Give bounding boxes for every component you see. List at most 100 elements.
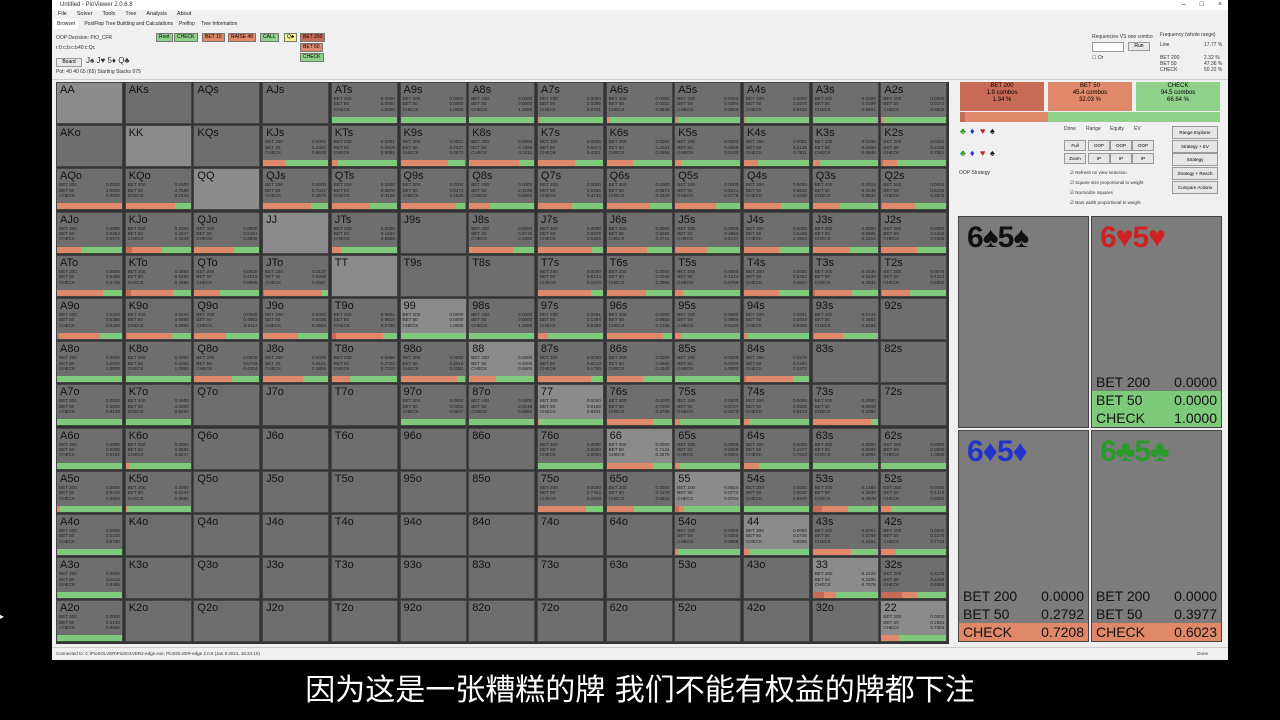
run-button[interactable]: Run bbox=[1128, 42, 1150, 51]
range-ip-button[interactable]: IP bbox=[1088, 153, 1110, 164]
suit-filter-clubs-icon[interactable]: ♣ bbox=[960, 126, 966, 136]
hand-cell-JJ[interactable]: JJ bbox=[262, 211, 330, 254]
hand-cell-K9s[interactable]: K9s BET 200 0.0001 BET 50 0.7327 CHECK 0.2672 bbox=[399, 125, 467, 168]
hand-cell-82o[interactable]: 82o bbox=[468, 600, 536, 643]
hand-cell-AKo[interactable]: AKo bbox=[56, 125, 123, 168]
hand-cell-A5s[interactable]: A5s BET 200 0.0000 BET 50 0.0394 CHECK 0.9606 bbox=[674, 82, 742, 124]
hand-cell-62o[interactable]: 62o bbox=[605, 600, 673, 643]
full-button[interactable]: Full bbox=[1064, 140, 1086, 151]
hand-cell-KTo[interactable]: KTo BET 200 0.0852 BET 50 0.6462 CHECK 0.2686 bbox=[124, 254, 192, 297]
hand-cell-88[interactable]: 88 BET 200 0.0000 BET 50 0.4000 CHECK 0.5800 bbox=[468, 341, 536, 384]
hand-cell-92o[interactable]: 92o bbox=[399, 600, 467, 643]
hand-cell-K2o[interactable]: K2o bbox=[124, 600, 192, 643]
hand-cell-A6o[interactable]: A6o BET 200 0.0000 BET 50 0.0000 CHECK 0.9192 bbox=[56, 427, 123, 470]
hand-cell-T2s[interactable]: T2s BET 200 0.0076 BET 50 0.4324 CHECK 0.5600 bbox=[880, 254, 948, 297]
action-bet50[interactable]: BET 50 bbox=[300, 43, 323, 52]
summary-bet200[interactable]: BET 200 1.9 combos 1.34 % bbox=[960, 82, 1044, 111]
hand-cell-T9o[interactable]: T9o BET 200 0.0801 BET 50 0.9510 CHECK 0.2788 bbox=[330, 298, 398, 340]
hand-cell-K5s[interactable]: K5s BET 200 0.0002 BET 50 0.0868 CHECK 0.9130 bbox=[674, 125, 742, 168]
hand-cell-K8s[interactable]: K8s BET 200 0.0000 BET 50 0.7589 CHECK 0.2411 bbox=[468, 125, 536, 168]
hand-cell-TT[interactable]: TT bbox=[330, 254, 398, 297]
hand-cell-J2o[interactable]: J2o bbox=[262, 600, 330, 643]
action-call[interactable]: CALL bbox=[260, 33, 279, 42]
hand-cell-82s[interactable]: 82s bbox=[880, 341, 948, 384]
suit-filter-diamonds-icon[interactable]: ♦ bbox=[970, 126, 975, 136]
hand-cell-A9s[interactable]: A9s BET 200 0.0000 BET 50 0.0000 CHECK 1.0000 bbox=[399, 82, 467, 124]
maximize-icon[interactable]: □ bbox=[1200, 0, 1204, 10]
hand-cell-76s[interactable]: 76s BET 200 0.0000 BET 50 0.7204 CHECK 0.2796 bbox=[605, 384, 673, 427]
hand-cell-53o[interactable]: 53o bbox=[674, 557, 742, 600]
hand-cell-K2s[interactable]: K2s BET 200 0.0191 BET 50 0.2158 CHECK 0.7651 bbox=[880, 125, 948, 168]
strategy-button[interactable]: Strategy bbox=[1172, 153, 1218, 166]
hand-cell-J9s[interactable]: J9s bbox=[399, 211, 467, 254]
hand-cell-A5o[interactable]: A5o BET 200 0.0000 BET 50 0.0416 CHECK 0.9584 bbox=[56, 470, 123, 513]
hand-cell-97s[interactable]: 97s BET 200 0.0091 BET 50 0.1394 CHECK 0.8499 bbox=[536, 298, 604, 340]
suit-filter-spades-icon[interactable]: ♠ bbox=[990, 126, 995, 136]
hand-cell-Q2s[interactable]: Q2s BET 200 0.0024 BET 50 0.5106 CHECK 0.4870 bbox=[880, 168, 948, 211]
menu-analysis[interactable]: Analysis bbox=[146, 10, 166, 19]
hand-cell-77[interactable]: 77 BET 200 0.0000 BET 50 0.0159 CHECK 0.9841 bbox=[536, 384, 604, 427]
summary-check[interactable]: CHECK 94.5 combos 66.64 % bbox=[1136, 82, 1220, 111]
hand-cell-75s[interactable]: 75s BET 200 0.0000 BET 50 0.0727 CHECK 0.9273 bbox=[674, 384, 742, 427]
hand-cell-73s[interactable]: 73s BET 200 0.0000 BET 50 0.8918 CHECK 0.1082 bbox=[811, 384, 879, 427]
action-check[interactable]: CHECK bbox=[174, 33, 198, 42]
hand-cell-Q8s[interactable]: Q8s BET 200 0.0000 BET 50 0.3198 CHECK 0.6802 bbox=[468, 168, 536, 211]
hand-cell-Q4o[interactable]: Q4o bbox=[193, 514, 261, 556]
hand-cell-KTs[interactable]: KTs BET 200 0.0001 BET 50 0.0918 CHECK 0.9081 bbox=[330, 125, 398, 168]
tab-preflop[interactable]: Preflop bbox=[179, 19, 195, 29]
hand-cell-52s[interactable]: 52s BET 200 0.0000 BET 50 0.1419 CHECK 0.8581 bbox=[880, 470, 948, 513]
hand-cell-84o[interactable]: 84o bbox=[468, 514, 536, 556]
ev-ip-button[interactable]: IP bbox=[1132, 153, 1154, 164]
hand-cell-Q3o[interactable]: Q3o bbox=[193, 557, 261, 600]
suit-filter2-spades-icon[interactable]: ♠ bbox=[990, 148, 995, 158]
hand-cell-Q8o[interactable]: Q8o BET 200 0.0000 BET 50 0.5796 CHECK 0.4204 bbox=[193, 341, 261, 384]
combo-cell[interactable]: 6♣5♣ BET 200 0.0000 BET 50 0.3977 CHECK 0.6023 bbox=[1091, 430, 1222, 642]
hand-cell-Q7o[interactable]: Q7o bbox=[193, 384, 261, 427]
hand-cell-AQo[interactable]: AQo BET 200 0.0000 BET 50 1.0000 CHECK 0.0000 bbox=[56, 168, 123, 211]
hand-cell-53s[interactable]: 53s BET 200 0.1482 BET 50 0.3940 CHECK 0.4578 bbox=[811, 470, 879, 513]
bars-width-checkbox[interactable]: ☑ Bars width proportional to weight bbox=[1070, 200, 1141, 206]
hand-cell-J7s[interactable]: J7s BET 200 0.0000 BET 50 0.8375 CHECK 0.1625 bbox=[536, 211, 604, 254]
hand-cell-98s[interactable]: 98s BET 200 0.0000 BET 50 0.0000 CHECK 1.0000 bbox=[468, 298, 536, 340]
hand-cell-73o[interactable]: 73o bbox=[536, 557, 604, 600]
menu-tools[interactable]: Tools bbox=[102, 10, 115, 19]
hand-cell-K7o[interactable]: K7o BET 200 0.0000 BET 50 0.0000 CHECK 0.9482 bbox=[124, 384, 192, 427]
hand-cell-QTs[interactable]: QTs BET 200 0.0000 BET 50 0.5875 CHECK 0.4125 bbox=[330, 168, 398, 211]
hand-cell-J2s[interactable]: J2s BET 200 0.0000 BET 50 0.5442 CHECK 0.4558 bbox=[880, 211, 948, 254]
hand-cell-AKs[interactable]: AKs bbox=[124, 82, 192, 124]
menu-tree[interactable]: Tree bbox=[125, 10, 136, 19]
hand-cell-98o[interactable]: 98o BET 200 0.0000 BET 50 0.8619 CHECK 0.1381 bbox=[399, 341, 467, 384]
hand-cell-T7s[interactable]: T7s BET 200 0.0000 BET 50 0.8124 CHECK 0.1876 bbox=[536, 254, 604, 297]
hand-cell-J6s[interactable]: J6s BET 200 0.0000 BET 50 0.6286 CHECK 0.3714 bbox=[605, 211, 673, 254]
hand-cell-63s[interactable]: 63s BET 200 0.0000 BET 50 0.0009 CHECK 0.9991 bbox=[811, 427, 879, 470]
hand-cell-A4o[interactable]: A4o BET 200 0.0000 BET 50 0.0210 CHECK 0.9790 bbox=[56, 514, 123, 556]
menu-solver[interactable]: Solver bbox=[77, 10, 93, 19]
suit-filter2-diamonds-icon[interactable]: ♦ bbox=[970, 148, 975, 158]
hand-cell-32s[interactable]: 32s BET 200 0.3175 BET 50 0.2266 CHECK 0.4559 bbox=[880, 557, 948, 600]
combo-cell[interactable]: 6♠5♠ bbox=[958, 216, 1089, 428]
square-size-checkbox[interactable]: ☑ Square size proportional to weight bbox=[1070, 180, 1143, 186]
hand-cell-Q7s[interactable]: Q7s BET 200 0.0000 BET 50 0.5268 CHECK 0.4732 bbox=[536, 168, 604, 211]
suit-filter2-clubs-icon[interactable]: ♣ bbox=[960, 148, 966, 158]
action-raise48[interactable]: RAISE 48 bbox=[228, 33, 256, 42]
hand-cell-J5s[interactable]: J5s BET 200 0.0000 BET 50 0.4863 CHECK 0.5137 bbox=[674, 211, 742, 254]
hand-cell-ATo[interactable]: ATo BET 200 0.0000 BET 50 0.6486 CHECK 0.2745 bbox=[56, 254, 123, 297]
hand-cell-Q2o[interactable]: Q2o bbox=[193, 600, 261, 643]
hand-cell-74s[interactable]: 74s BET 200 0.0000 BET 50 0.0826 CHECK 0.9174 bbox=[743, 384, 810, 427]
hand-cell-J8s[interactable]: J8s BET 200 0.0000 BET 50 0.6715 CHECK 0.3285 bbox=[468, 211, 536, 254]
hand-cell-K3o[interactable]: K3o bbox=[124, 557, 192, 600]
close-icon[interactable]: × bbox=[1218, 0, 1222, 10]
hand-cell-QTo[interactable]: QTo BET 200 0.0000 BET 50 0.4015 CHECK 0.5985 bbox=[193, 254, 261, 297]
hand-cell-85o[interactable]: 85o bbox=[468, 470, 536, 513]
tab-postflop[interactable]: PostFlop Tree Building and Calculations bbox=[84, 19, 173, 29]
tab-browser[interactable]: Browser bbox=[54, 19, 79, 29]
hand-cell-Q9o[interactable]: Q9o BET 200 0.0000 BET 50 0.4883 CHECK 0.5117 bbox=[193, 298, 261, 340]
hand-cell-AJo[interactable]: AJo BET 200 0.0000 BET 50 0.3264 CHECK 0.5672 bbox=[56, 211, 123, 254]
hand-cell-83s[interactable]: 83s bbox=[811, 341, 879, 384]
hand-cell-95o[interactable]: 95o bbox=[399, 470, 467, 513]
hand-cell-A6s[interactable]: A6s BET 200 0.0000 BET 50 0.0351 CHECK 0.9649 bbox=[605, 82, 673, 124]
hand-cell-T8o[interactable]: T8o BET 200 0.0068 BET 50 0.2722 CHECK 0.7210 bbox=[330, 341, 398, 384]
hand-cell-T3o[interactable]: T3o bbox=[330, 557, 398, 600]
hand-cell-K8o[interactable]: K8o BET 200 0.0000 BET 50 0.0000 CHECK 1.0000 bbox=[124, 341, 192, 384]
range-explorer-button[interactable]: Range Explorer bbox=[1172, 126, 1218, 139]
